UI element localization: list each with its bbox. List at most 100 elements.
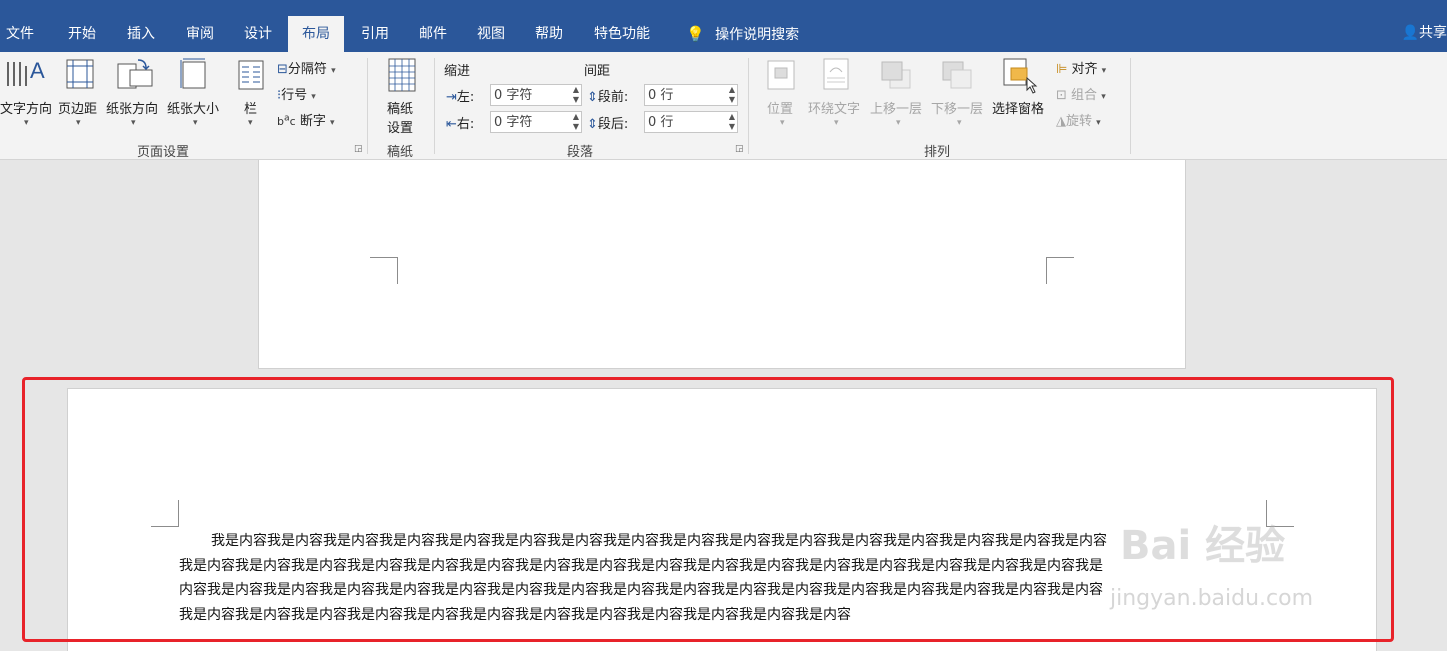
spacing-title: 间距 [584,64,611,79]
spinner-arrows-icon[interactable]: ▲ ▼ [573,85,579,105]
rotate-button[interactable]: ◮旋转 ▾ [1056,110,1101,129]
lightbulb-icon: 💡 [686,25,705,43]
margins-button[interactable]: 页边距 [58,98,97,117]
selection-pane-button[interactable]: 选择窗格 [992,98,1044,117]
chevron-down-icon: ▾ [331,66,336,76]
tab-insert[interactable]: 插入 [117,16,165,52]
tell-me-search[interactable]: 💡 操作说明搜索 [676,16,809,52]
spinner-arrows-icon[interactable]: ▲ ▼ [729,112,735,132]
tab-file[interactable]: 文件 [0,16,44,52]
breaks-icon: ⊟ [277,62,288,77]
wrap-text-button[interactable]: 环绕文字 [808,98,860,117]
position-button[interactable]: 位置 [767,98,793,117]
tab-help[interactable]: 帮助 [525,16,573,52]
dialog-launcher-icon[interactable]: ◲ [735,145,744,154]
orientation-icon [117,59,153,89]
ribbon: A 文字方向 ▾ 页边距 ▾ 纸张方向 ▾ 纸张大小 ▾ 栏 ▾ ⊟分隔符 ▾ … [0,52,1447,160]
spinner-arrows-icon[interactable]: ▲ ▼ [573,112,579,132]
spinner-arrows-icon[interactable]: ▲ ▼ [729,85,735,105]
indent-right-label: ⇤右: [446,113,474,132]
text-direction-button[interactable]: 文字方向 [0,98,52,117]
send-backward-icon [942,61,972,89]
align-icon: ⊫ [1056,62,1068,77]
dialog-launcher-icon[interactable]: ◲ [354,145,363,154]
selection-pane-icon [1003,58,1038,94]
manuscript-line2: 设置 [387,121,414,136]
paper-size-button[interactable]: 纸张大小 [167,98,219,117]
spacing-after-text: 段后: [597,117,629,132]
chevron-down-icon: ▾ [131,118,136,128]
share-button[interactable]: 👤共享 [1402,20,1447,46]
chevron-down-icon: ▾ [76,118,81,128]
tab-features[interactable]: 特色功能 [584,16,660,52]
tab-references[interactable]: 引用 [351,16,399,52]
spacing-after-value: 0 行 [648,115,674,130]
indent-right-value: 0 字符 [494,115,533,130]
chevron-down-icon: ▾ [311,92,316,102]
tab-view[interactable]: 视图 [467,16,515,52]
tab-design[interactable]: 设计 [234,16,282,52]
indent-left-icon: ⇥ [446,90,457,105]
spacing-after-label: ⇕段后: [587,113,628,132]
position-icon [767,60,795,90]
arrange-group-label: 排列 [924,145,951,160]
chevron-down-icon: ▾ [834,118,839,128]
bring-forward-icon [881,61,911,89]
spacing-after-input[interactable]: 0 行 ▲ ▼ [644,111,738,133]
rotate-label: 旋转 [1066,114,1093,129]
indent-left-label: ⇥左: [446,86,474,105]
spacing-before-input[interactable]: 0 行 ▲ ▼ [644,84,738,106]
tab-layout[interactable]: 布局 [288,16,344,52]
align-button[interactable]: ⊫ 对齐 ▾ [1056,58,1106,77]
chevron-down-icon: ▾ [329,118,335,128]
line-numbers-button[interactable]: ⁝行号 ▾ [277,84,316,103]
svg-text:A: A [30,58,45,83]
ribbon-tab-bar: 文件 开始 插入 审阅 设计 布局 引用 邮件 视图 帮助 特色功能 💡 操作说… [0,6,1447,52]
group-button[interactable]: ⊡ 组合 ▾ [1056,84,1106,103]
orientation-button[interactable]: 纸张方向 [106,98,158,117]
chevron-down-icon: ▾ [1101,66,1107,76]
breaks-button[interactable]: ⊟分隔符 ▾ [277,58,336,77]
hyphenation-button[interactable]: bac 断字 ▾ [277,110,335,129]
chevron-down-icon: ▾ [24,118,29,128]
manuscript-group-label: 稿纸 [387,145,414,160]
margin-corner-mark [1046,257,1074,284]
spacing-before-value: 0 行 [648,88,674,103]
tell-me-label: 操作说明搜索 [715,27,800,43]
chevron-down-icon: ▾ [248,118,253,128]
breaks-label: 分隔符 [287,62,327,77]
group-label: 组合 [1071,88,1098,103]
previous-page [258,160,1186,369]
chevron-down-icon: ▾ [896,118,901,128]
bring-forward-button[interactable]: 上移一层 [870,98,922,117]
person-icon: 👤 [1401,25,1419,41]
send-backward-button[interactable]: 下移一层 [931,98,983,117]
indent-left-text: 左: [456,90,475,105]
tab-review[interactable]: 审阅 [176,16,224,52]
group-separator [748,58,749,154]
chevron-down-icon: ▾ [957,118,962,128]
group-separator [434,58,435,154]
manuscript-line1: 稿纸 [387,102,414,117]
paragraph-group-label: 段落 [567,145,594,160]
tab-home[interactable]: 开始 [58,16,106,52]
chevron-down-icon: ▾ [780,118,785,128]
group-separator [367,58,368,154]
text-direction-icon: A [7,58,45,86]
group-separator [1130,58,1131,154]
wrap-text-icon [823,58,849,90]
chevron-down-icon: ▾ [1096,118,1101,128]
indent-right-icon: ⇤ [446,117,457,132]
indent-title: 缩进 [444,64,471,79]
paper-size-icon [180,58,206,89]
rotate-icon: ◮ [1056,114,1066,129]
columns-button[interactable]: 栏 [244,98,257,117]
spacing-before-icon: ⇕ [587,90,598,105]
tab-mailings[interactable]: 邮件 [409,16,457,52]
page-setup-group-label: 页面设置 [137,145,190,160]
manuscript-setup-button[interactable]: 稿纸 设置 [387,98,413,136]
indent-right-input[interactable]: 0 字符 ▲ ▼ [490,111,582,133]
indent-left-input[interactable]: 0 字符 ▲ ▼ [490,84,582,106]
margins-icon [66,59,94,89]
spacing-before-text: 段前: [597,90,629,105]
